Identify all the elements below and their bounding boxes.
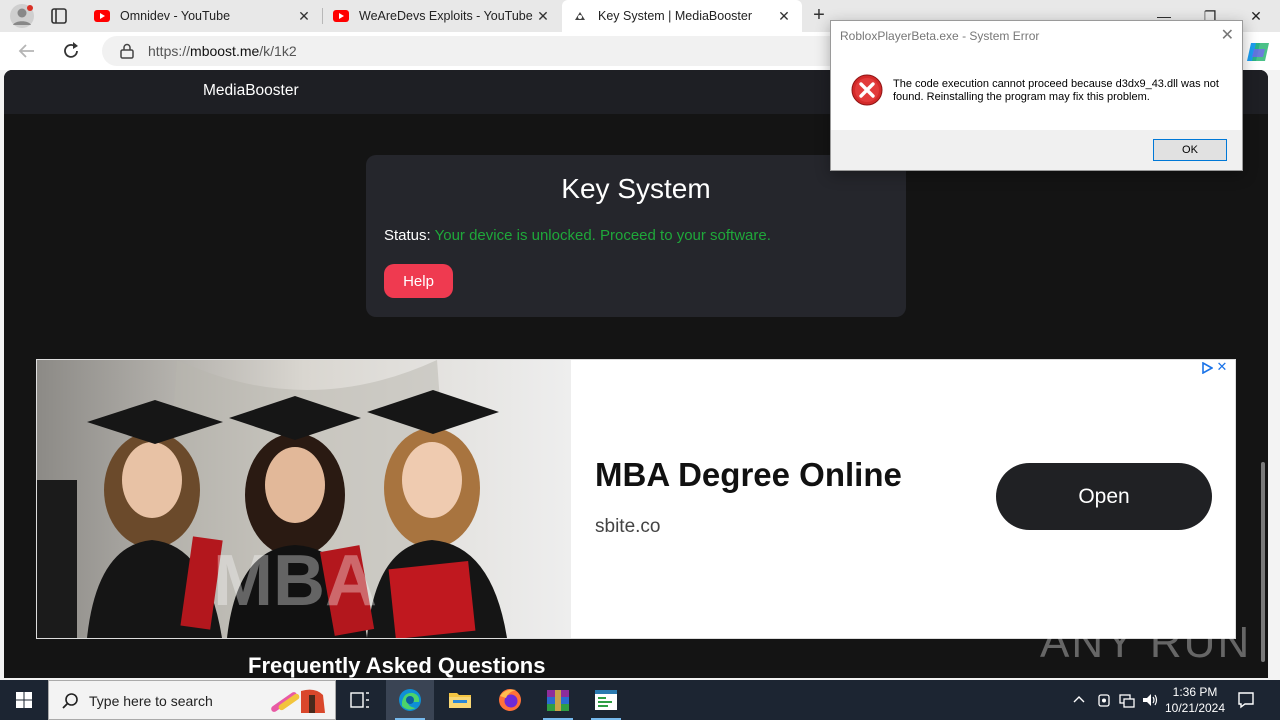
site-brand[interactable]: MediaBooster (203, 82, 299, 100)
youtube-icon (333, 10, 349, 22)
dialog-message: The code execution cannot proceed becaus… (893, 78, 1219, 103)
ad-close-icon[interactable]: ✕ (1215, 360, 1229, 374)
tab-close-icon[interactable]: ✕ (535, 8, 551, 24)
search-placeholder: Type here to search (89, 693, 213, 709)
task-view-icon[interactable] (336, 680, 384, 720)
dialog-title: RobloxPlayerBeta.exe - System Error (840, 29, 1040, 43)
ad-image-text: MBA (213, 541, 377, 621)
youtube-icon (94, 10, 110, 22)
site-favicon-icon (575, 12, 585, 20)
tab-close-icon[interactable]: ✕ (776, 8, 792, 24)
taskbar: Type here to search 1:36 PM 10/21/2024 (0, 680, 1280, 720)
status-row: Status: Your device is unlocked. Proceed… (384, 227, 771, 244)
back-icon[interactable] (16, 40, 38, 62)
url-scheme: https:// (148, 43, 191, 59)
status-value: Your device is unlocked. Proceed to your… (434, 227, 771, 244)
profile-avatar-icon[interactable] (10, 4, 34, 28)
windows-start-icon[interactable] (0, 680, 48, 720)
taskbar-edge[interactable] (386, 680, 434, 720)
tab-wearedevs[interactable]: WeAreDevs Exploits - YouTube ✕ (323, 0, 561, 32)
tab-title: Omnidev - YouTube (120, 9, 231, 23)
folder-icon (449, 693, 471, 708)
taskbar-search-box[interactable]: Type here to search (48, 680, 336, 720)
copilot-icon[interactable] (1245, 39, 1271, 65)
taskbar-file-explorer[interactable] (436, 680, 484, 720)
ok-button[interactable]: OK (1153, 139, 1227, 161)
page-scrollbar[interactable] (1258, 114, 1268, 678)
security-icon[interactable] (1096, 691, 1112, 709)
ad-domain[interactable]: sbite.co (595, 516, 660, 538)
reload-icon[interactable] (60, 40, 82, 62)
url-path: /k/1k2 (259, 43, 297, 59)
tab-key-system[interactable]: Key System | MediaBooster ✕ (562, 0, 802, 32)
tab-title: WeAreDevs Exploits - YouTube (359, 9, 533, 23)
faq-heading: Frequently Asked Questions (248, 653, 546, 678)
taskbar-app[interactable] (582, 680, 630, 720)
network-icon[interactable] (1119, 691, 1135, 709)
new-tab-button[interactable]: + (808, 5, 830, 27)
taskbar-clock[interactable]: 1:36 PM 10/21/2024 (1164, 684, 1226, 716)
tab-close-icon[interactable]: ✕ (296, 8, 312, 24)
close-window-icon[interactable]: ✕ (1244, 4, 1268, 28)
dialog-close-icon[interactable]: ✕ (1221, 25, 1234, 45)
error-icon (851, 74, 883, 106)
system-error-dialog: RobloxPlayerBeta.exe - System Error ✕ Th… (830, 20, 1243, 171)
taskbar-winrar[interactable] (534, 680, 582, 720)
tab-actions-icon[interactable] (50, 7, 68, 25)
volume-icon[interactable] (1142, 691, 1158, 709)
clock-date: 10/21/2024 (1164, 701, 1226, 715)
scrollbar-thumb[interactable] (1261, 462, 1265, 662)
dialog-footer: OK (831, 130, 1242, 170)
help-button[interactable]: Help (384, 264, 453, 298)
url-host: mboost.me (190, 43, 260, 59)
tab-omnidev[interactable]: Omnidev - YouTube ✕ (84, 0, 322, 32)
key-system-card: Key System Status: Your device is unlock… (366, 155, 906, 317)
tab-title: Key System | MediaBooster (598, 9, 753, 23)
ad-headline[interactable]: MBA Degree Online (595, 456, 902, 494)
status-label: Status: (384, 227, 431, 244)
ad-open-button[interactable]: Open (996, 463, 1212, 530)
notification-icon[interactable] (1236, 690, 1256, 710)
firefox-icon (499, 689, 521, 711)
advertisement[interactable]: MBA MBA Degree Online sbite.co Open ✕ (36, 359, 1236, 639)
search-icon (62, 693, 78, 709)
winrar-icon (547, 690, 569, 711)
app-window-icon (595, 690, 617, 710)
chevron-up-icon[interactable] (1071, 691, 1087, 709)
key-system-title: Key System (561, 173, 711, 204)
lock-icon[interactable] (120, 43, 134, 59)
clock-time: 1:36 PM (1172, 685, 1218, 699)
edge-icon (399, 689, 421, 711)
search-highlight-art-icon[interactable] (265, 685, 329, 717)
url-text[interactable]: https://mboost.me/k/1k2 (148, 43, 297, 59)
adchoices-icon[interactable] (1201, 362, 1213, 374)
watermark: ANY RUN (1040, 618, 1252, 667)
taskbar-firefox[interactable] (486, 680, 534, 720)
